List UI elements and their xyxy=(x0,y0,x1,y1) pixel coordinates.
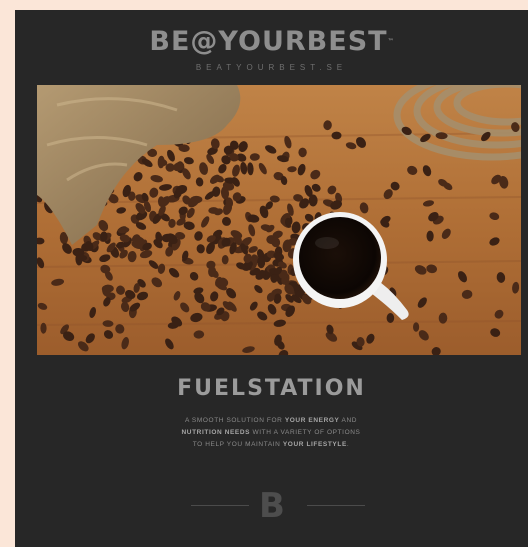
description-line: NUTRITION NEEDS WITH A VARIETY OF OPTION… xyxy=(171,427,371,439)
website-text[interactable]: BEATYOURBEST.SE xyxy=(15,63,528,72)
footer-divider-right xyxy=(307,505,365,506)
hero-image xyxy=(37,85,521,355)
section-title: FUELSTATION xyxy=(177,376,366,401)
description-text: AND xyxy=(339,417,358,424)
section-description: A SMOOTH SOLUTION FOR YOUR ENERGY AND NUT… xyxy=(171,415,371,451)
description-text: . xyxy=(346,441,350,448)
description-text: A SMOOTH SOLUTION FOR xyxy=(184,417,285,424)
highlighted-phrase: YOUR LIFESTYLE xyxy=(282,441,347,448)
description-line: A SMOOTH SOLUTION FOR YOUR ENERGY AND xyxy=(171,415,371,427)
highlighted-phrase: NUTRITION NEEDS xyxy=(181,429,251,436)
description-text: WITH A VARIETY OF OPTIONS xyxy=(250,429,361,436)
brand-emblem-icon: B xyxy=(259,486,285,526)
brand-logo-text: BE@YOURBEST xyxy=(149,26,388,57)
coffee-photo xyxy=(37,85,521,355)
poster: BE@YOURBEST™ BEATYOURBEST.SE FUELSTATION… xyxy=(15,10,528,547)
description-line: TO HELP YOU MAINTAIN YOUR LIFESTYLE. xyxy=(171,439,371,451)
brand-logo[interactable]: BE@YOURBEST™ xyxy=(15,27,528,57)
highlighted-phrase: YOUR ENERGY xyxy=(284,417,340,424)
footer-divider-left xyxy=(191,505,249,506)
description-text: TO HELP YOU MAINTAIN xyxy=(192,441,283,448)
trademark-symbol: ™ xyxy=(387,38,394,45)
